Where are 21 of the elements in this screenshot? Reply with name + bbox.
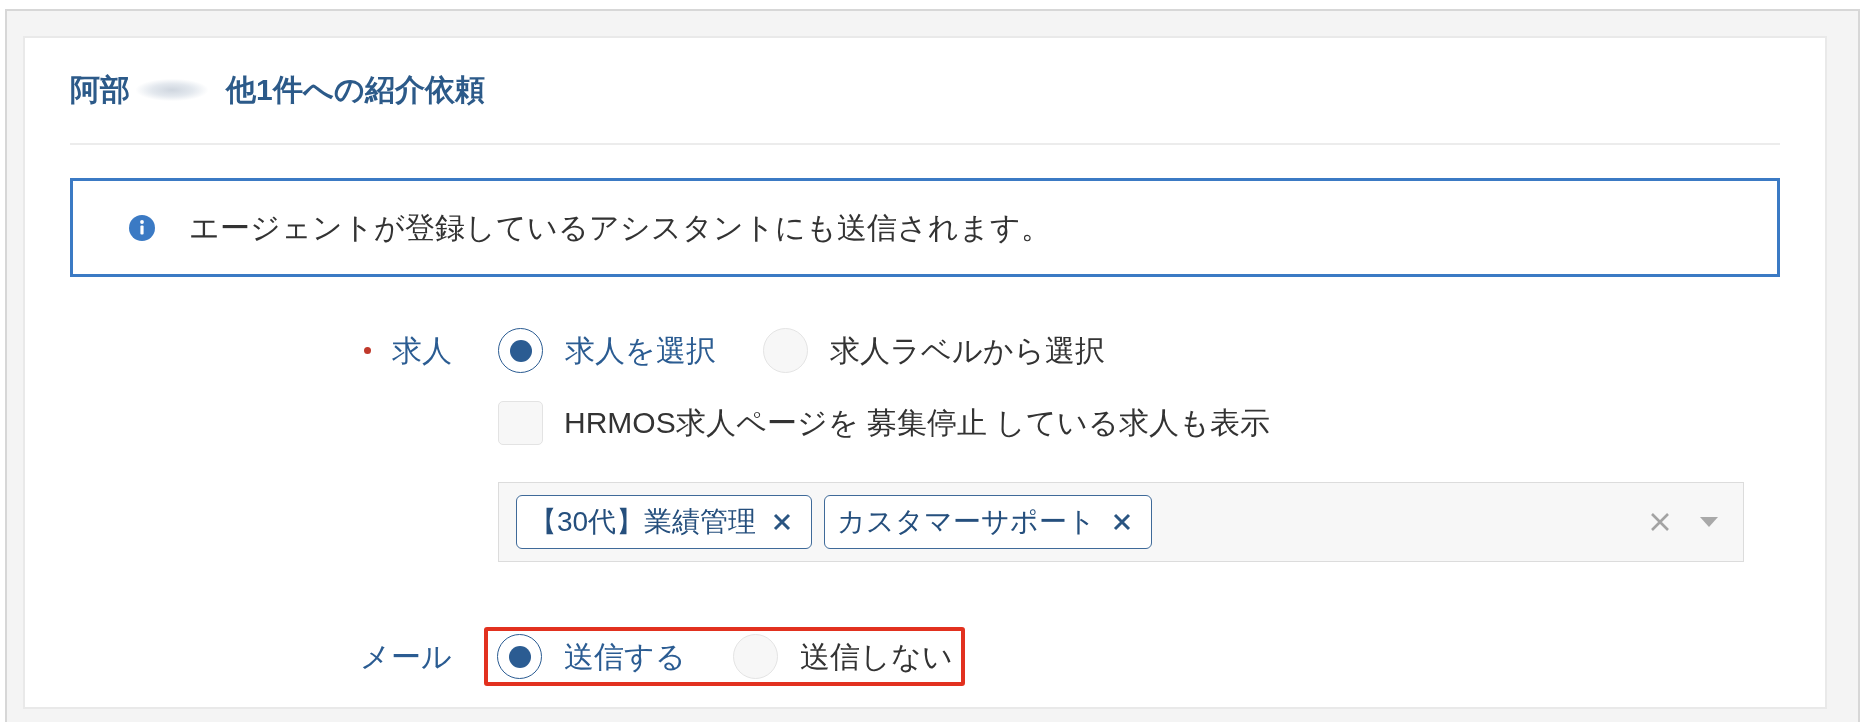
- checkbox[interactable]: [498, 401, 543, 445]
- option-label[interactable]: 送信する: [564, 636, 686, 677]
- checkbox-label[interactable]: HRMOS求人ページを 募集停止 している求人も表示: [564, 403, 1271, 443]
- field-label: メール: [360, 638, 452, 675]
- caret-icon[interactable]: [1700, 517, 1718, 527]
- person-name: 阿部: [70, 72, 130, 108]
- option-label[interactable]: 求人を選択: [565, 330, 716, 371]
- info-text: エージェントが登録しているアシスタントにも送信されます。: [189, 209, 1051, 246]
- close-icon[interactable]: [1113, 513, 1132, 531]
- title-text: 他1件への紹介依頼: [226, 72, 485, 108]
- info-icon: [129, 214, 155, 241]
- radio-button[interactable]: [497, 634, 542, 679]
- option-label[interactable]: 送信しない: [800, 636, 953, 677]
- close-icon[interactable]: [773, 513, 792, 531]
- selected-tag[interactable]: 【30代】業績管理: [516, 495, 813, 549]
- selected-tag[interactable]: カスタマーサポート: [824, 495, 1153, 549]
- field-label: 求人: [392, 332, 452, 369]
- clear-icon[interactable]: [1650, 512, 1670, 532]
- multi-select-field[interactable]: 【30代】業績管理 カスタマーサポート: [498, 482, 1744, 562]
- radio-button[interactable]: [498, 328, 543, 373]
- option-label[interactable]: 求人ラベルから選択: [830, 330, 1105, 371]
